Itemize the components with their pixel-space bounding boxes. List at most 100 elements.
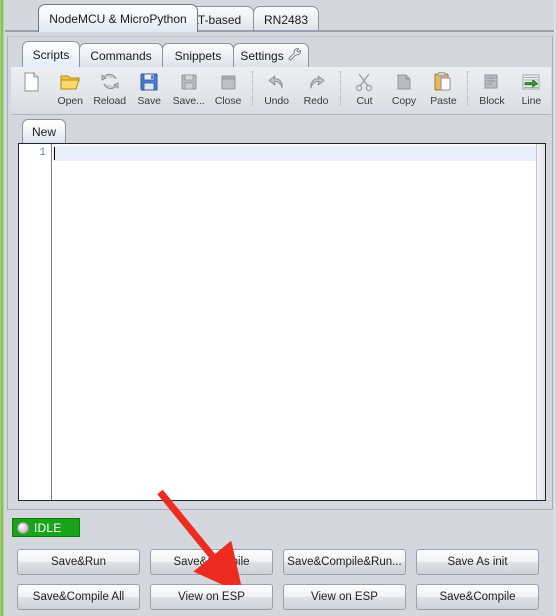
toolbar-reload-button[interactable]: Reload — [90, 67, 129, 113]
undo-arrow-icon — [266, 71, 288, 93]
toolbar-copy-button[interactable]: Copy — [384, 67, 423, 113]
toolbar-new-button[interactable] — [11, 67, 50, 113]
save-as-icon — [178, 71, 200, 93]
top-tab-bar: NodeMCU & MicroPython AT-based RN2483 — [5, 0, 554, 36]
toolbar-save-button[interactable]: Save — [129, 67, 168, 113]
tab-snippets-label: Snippets — [174, 48, 222, 63]
save-as-init-button[interactable]: Save As init — [416, 549, 539, 575]
toolbar-close-button[interactable]: Close — [208, 67, 247, 113]
action-button-row-2: Save&Compile All View on ESP View on ESP… — [0, 584, 557, 610]
save-floppy-icon — [138, 71, 160, 93]
save-and-compile-label-2: Save&Compile — [439, 591, 516, 603]
slot-5: Save&Compile All — [12, 584, 145, 610]
left-accent-strip — [0, 0, 4, 616]
tab-at-based-label: AT-based — [190, 12, 242, 27]
copy-icon — [393, 71, 415, 93]
line-insert-icon — [520, 71, 542, 93]
toolbar-save-as-button[interactable]: Save... — [169, 67, 208, 113]
toolbar-reload-label: Reload — [93, 95, 127, 107]
code-editor[interactable]: 1 — [18, 143, 546, 501]
save-compile-all-button[interactable]: Save&Compile All — [17, 584, 140, 610]
save-and-compile-button-2[interactable]: Save&Compile — [416, 584, 539, 610]
status-label: IDLE — [34, 520, 62, 535]
block-icon — [481, 71, 503, 93]
view-on-esp-label-1: View on ESP — [178, 591, 245, 603]
tab-commands[interactable]: Commands — [79, 43, 163, 67]
scissors-icon — [353, 71, 375, 93]
toolbar-block-button[interactable]: Block — [472, 67, 511, 113]
toolbar-redo-button[interactable]: Redo — [296, 67, 335, 113]
active-line-highlight — [53, 146, 536, 161]
toolbar-line-label: Line — [521, 95, 542, 107]
toolbar-block-label: Block — [479, 95, 505, 107]
tab-commands-label: Commands — [90, 48, 152, 63]
toolbar-paste-label: Paste — [430, 95, 457, 107]
wrench-icon — [287, 47, 302, 65]
redo-arrow-icon — [305, 71, 327, 93]
tab-rn2483-label: RN2483 — [263, 12, 309, 27]
tab-nodemcu-label: NodeMCU & MicroPython — [49, 11, 187, 26]
editor-toolbar: Open Reload Save Save... Close Undo Redo… — [11, 67, 551, 115]
tab-snippets[interactable]: Snippets — [162, 43, 234, 67]
save-and-compile-label: Save&Compile — [173, 556, 250, 568]
toolbar-cut-button[interactable]: Cut — [345, 67, 384, 113]
toolbar-copy-label: Copy — [391, 95, 417, 107]
close-door-icon — [217, 71, 239, 93]
action-button-row-1: Save&Run Save&Compile Save&Compile&Run..… — [0, 549, 557, 575]
toolbar-open-button[interactable]: Open — [50, 67, 89, 113]
tab-nodemcu-micropython[interactable]: NodeMCU & MicroPython — [38, 4, 198, 32]
slot-6: View on ESP — [145, 584, 278, 610]
view-on-esp-label-2: View on ESP — [311, 591, 378, 603]
toolbar-cut-label: Cut — [356, 95, 373, 107]
toolbar-save-label: Save — [137, 95, 161, 107]
tab-settings-label: Settings — [240, 48, 284, 63]
slot-8: Save&Compile — [411, 584, 544, 610]
editor-tab-new[interactable]: New — [22, 119, 66, 143]
toolbar-separator-1 — [251, 71, 253, 105]
editor-gutter: 1 — [19, 144, 52, 500]
toolbar-separator-2 — [339, 71, 341, 105]
slot-2: Save&Compile — [145, 549, 278, 575]
tab-settings[interactable]: Settings — [233, 43, 309, 67]
tab-scripts-label: Scripts — [32, 47, 70, 62]
save-compile-all-label: Save&Compile All — [32, 591, 125, 603]
slot-4: Save As init — [411, 549, 544, 575]
editor-vertical-scrollbar[interactable] — [536, 144, 545, 500]
status-badge: IDLE — [12, 518, 80, 537]
editor-tab-row: New — [8, 117, 552, 143]
toolbar-line-button[interactable]: Line — [512, 67, 551, 113]
sub-tab-bar: Scripts Commands Snippets Settings — [8, 41, 552, 69]
clipboard-paste-icon — [432, 71, 454, 93]
slot-1: Save&Run — [12, 549, 145, 575]
application-window: NodeMCU & MicroPython AT-based RN2483 Sc… — [0, 0, 557, 616]
save-and-compile-button[interactable]: Save&Compile — [150, 549, 273, 575]
save-compile-run-label: Save&Compile&Run... — [287, 556, 402, 568]
toolbar-close-label: Close — [214, 95, 242, 107]
toolbar-redo-label: Redo — [303, 95, 329, 107]
toolbar-undo-label: Undo — [264, 95, 289, 107]
save-as-init-label: Save As init — [447, 556, 508, 568]
tab-rn2483[interactable]: RN2483 — [253, 6, 319, 32]
save-and-run-label: Save&Run — [51, 556, 106, 568]
code-text-area[interactable] — [53, 144, 536, 500]
toolbar-open-label: Open — [57, 95, 83, 107]
text-caret — [54, 147, 55, 160]
open-folder-icon — [59, 71, 81, 93]
scripts-panel: Scripts Commands Snippets Settings Open … — [7, 36, 553, 510]
status-circle-icon — [17, 521, 29, 534]
slot-3: Save&Compile&Run... — [278, 549, 411, 575]
editor-tab-new-label: New — [31, 124, 56, 139]
save-and-run-button[interactable]: Save&Run — [17, 549, 140, 575]
view-on-esp-button-2[interactable]: View on ESP — [283, 584, 406, 610]
toolbar-save-as-label: Save... — [172, 95, 205, 107]
line-number: 1 — [39, 147, 46, 159]
tab-scripts[interactable]: Scripts — [22, 41, 80, 67]
toolbar-paste-button[interactable]: Paste — [424, 67, 463, 113]
toolbar-separator-3 — [467, 71, 469, 105]
slot-7: View on ESP — [278, 584, 411, 610]
reload-icon — [99, 71, 121, 93]
toolbar-undo-button[interactable]: Undo — [257, 67, 296, 113]
new-file-icon — [20, 71, 42, 93]
save-compile-run-button[interactable]: Save&Compile&Run... — [283, 549, 406, 575]
view-on-esp-button-1[interactable]: View on ESP — [150, 584, 273, 610]
